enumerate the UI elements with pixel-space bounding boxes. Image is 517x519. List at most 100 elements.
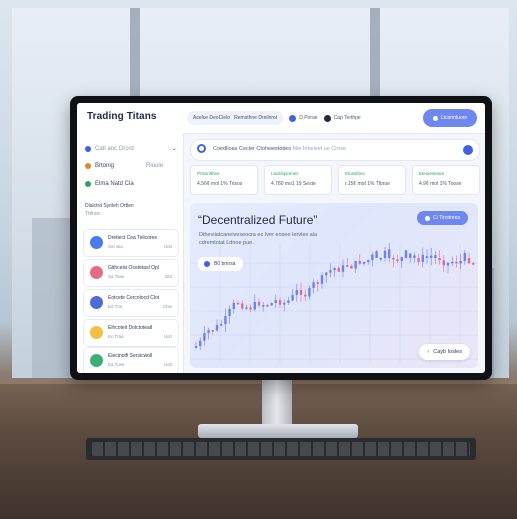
coin-item[interactable]: Eotcete Cercolocd Clot Ed Tne Clse bbox=[83, 289, 179, 317]
top-nav: Acelce DeoClelo Remsthne Dreilnrot D Pir… bbox=[187, 109, 361, 127]
coin-value: Uo0 bbox=[163, 334, 172, 339]
coin-value: Uo0 bbox=[163, 362, 172, 367]
hero-subtitle: Dtheviiatcaneiveseocra ec Iver ensee Ier… bbox=[199, 232, 318, 246]
sidebar-item[interactable]: Catl anc Orcrd ⌄ bbox=[85, 145, 177, 152]
candle-body bbox=[253, 301, 256, 310]
nav-item-label: D Pirrae bbox=[299, 115, 318, 121]
nav-item-cap[interactable]: Cap Terthpe bbox=[323, 114, 361, 122]
filter-chip[interactable]: B0 bmrsa bbox=[198, 257, 244, 271]
coin-name: Githcelsi Ocetetasl Opl bbox=[108, 265, 159, 271]
coin-value: Clse bbox=[162, 304, 172, 309]
candle-body bbox=[194, 346, 198, 348]
candle-body bbox=[283, 302, 286, 305]
top-bar: Trading Titans Acelce DeoClelo Remsthne … bbox=[77, 103, 485, 134]
candle-body bbox=[304, 294, 307, 297]
candle-body bbox=[388, 249, 391, 258]
candle-body bbox=[291, 294, 294, 301]
candle-body bbox=[430, 255, 433, 258]
candle-body bbox=[467, 258, 471, 264]
chip-icon bbox=[204, 261, 210, 267]
help-icon bbox=[323, 114, 331, 122]
candle-body bbox=[358, 260, 361, 264]
candle-body bbox=[337, 268, 340, 272]
section-title: Dlalctrd Syoleh Ortlen bbox=[85, 203, 134, 209]
hero-button[interactable]: Ci Tirrstrees bbox=[417, 211, 468, 225]
coin-icon bbox=[90, 266, 103, 279]
candle-body bbox=[350, 265, 353, 269]
coin-item[interactable]: Elecinotfi Sersicwoll Ea Tuse Uo0 bbox=[83, 347, 179, 373]
candle-body bbox=[383, 250, 387, 258]
candle-body bbox=[341, 265, 345, 272]
coin-value: 3d3 bbox=[164, 274, 172, 279]
coin-item[interactable]: Githcelsi Ocetetasl Opl Sa Tsae 3d3 bbox=[83, 259, 179, 287]
stat-card[interactable]: Prtssrilthee 4.56¢ mol 1% Trisos bbox=[190, 165, 258, 195]
sidebar-item-label: Elma Natd Cia bbox=[95, 181, 134, 187]
coin-icon bbox=[85, 163, 91, 169]
candle-body bbox=[308, 288, 311, 297]
cta-button[interactable]: ‹ Cayb Iosles bbox=[419, 344, 470, 360]
stat-value: 4.780 mo1 19 Seste bbox=[271, 181, 316, 187]
candle-body bbox=[434, 255, 437, 258]
coin-name: Eotcete Cercolocd Clot bbox=[108, 295, 160, 301]
stat-title: Prtssrilthee bbox=[197, 171, 220, 176]
candle-body bbox=[455, 261, 458, 264]
coin-sub: Ea Tuse bbox=[108, 362, 125, 367]
candle-body bbox=[203, 333, 206, 341]
info-icon bbox=[425, 215, 431, 221]
candle-body bbox=[312, 282, 315, 289]
candle-body bbox=[400, 257, 403, 261]
coin-name: Elhcoteit Dolctoteatl bbox=[108, 325, 153, 331]
sidebar-item[interactable]: Brtonig Rioule bbox=[85, 163, 163, 169]
candle-body bbox=[232, 302, 235, 309]
candle-body bbox=[362, 261, 366, 264]
candle-body bbox=[316, 282, 319, 284]
coin-item[interactable]: Dretiect Cea Telicoree Saí wia Uo0 bbox=[83, 229, 179, 257]
candle-body bbox=[249, 307, 252, 310]
monitor-stand-foot bbox=[198, 424, 358, 438]
coin-item[interactable]: Elhcoteit Dolctoteatl Ec Traa Uo0 bbox=[83, 319, 179, 347]
candle-body bbox=[274, 300, 277, 304]
candle-body bbox=[257, 301, 261, 306]
candle-body bbox=[425, 256, 429, 258]
candle-body bbox=[333, 268, 336, 271]
candle-body bbox=[266, 305, 269, 307]
candle-body bbox=[236, 302, 240, 305]
stat-card[interactable]: Etossthes r.15¢ mot 1% Tlbrue bbox=[338, 165, 406, 195]
candle-body bbox=[211, 330, 214, 332]
sidebar: Catl anc Orcrd ⌄ Brtonig Rioule Elma Nat… bbox=[77, 133, 184, 373]
candle-body bbox=[287, 300, 290, 303]
candle-body bbox=[438, 258, 441, 261]
nav-item-label: Remsthne Dreilnrot bbox=[234, 115, 278, 121]
candle-body bbox=[459, 260, 462, 264]
candle-body bbox=[262, 305, 265, 307]
candle-body bbox=[392, 258, 395, 260]
stat-value: 4.9¢ mol 1% Toose bbox=[419, 181, 462, 187]
stat-card[interactable]: Eteutesteam 4.9¢ mol 1% Toose bbox=[412, 165, 480, 195]
candle-body bbox=[404, 250, 408, 258]
stat-card[interactable]: Lacitihpirimes 4.780 mo1 19 Seste bbox=[264, 165, 332, 195]
monitor-stand-neck bbox=[262, 380, 292, 426]
nav-item[interactable]: Acelce DeoClelo Remsthne Dreilnrot bbox=[187, 111, 284, 125]
search-submit-icon[interactable] bbox=[463, 145, 473, 155]
candle-body bbox=[463, 252, 466, 261]
candle-body bbox=[371, 254, 374, 261]
search-value: Coedlioas Cecler Ctohwestoties bbox=[213, 146, 291, 152]
candle-body bbox=[472, 263, 475, 265]
sidebar-item-label: Brtonig bbox=[95, 163, 115, 169]
candle-body bbox=[299, 289, 303, 295]
nav-item-label: Acelce DeoClelo bbox=[193, 115, 230, 121]
candle-body bbox=[270, 303, 273, 306]
coin-sub: Ed Tne bbox=[108, 304, 123, 309]
account-button[interactable]: Ltconntuore bbox=[423, 109, 477, 127]
candle-body bbox=[421, 254, 424, 262]
candle-body bbox=[228, 308, 231, 317]
sidebar-item[interactable]: Elma Natd Cia bbox=[85, 181, 134, 187]
coin-sub: Saí wia bbox=[108, 244, 123, 249]
nav-item-pirrae[interactable]: D Pirrae bbox=[289, 114, 318, 122]
candle-body bbox=[220, 324, 223, 326]
menu-icon bbox=[85, 145, 91, 152]
search-input[interactable]: Coedlioas Cecler Ctohwestoties Mei Inhel… bbox=[190, 139, 480, 161]
coin-name: Dretiect Cea Telicoree bbox=[108, 235, 158, 241]
coin-name: Elecinotfi Sersicwoll bbox=[108, 353, 153, 359]
candle-body bbox=[329, 270, 332, 273]
